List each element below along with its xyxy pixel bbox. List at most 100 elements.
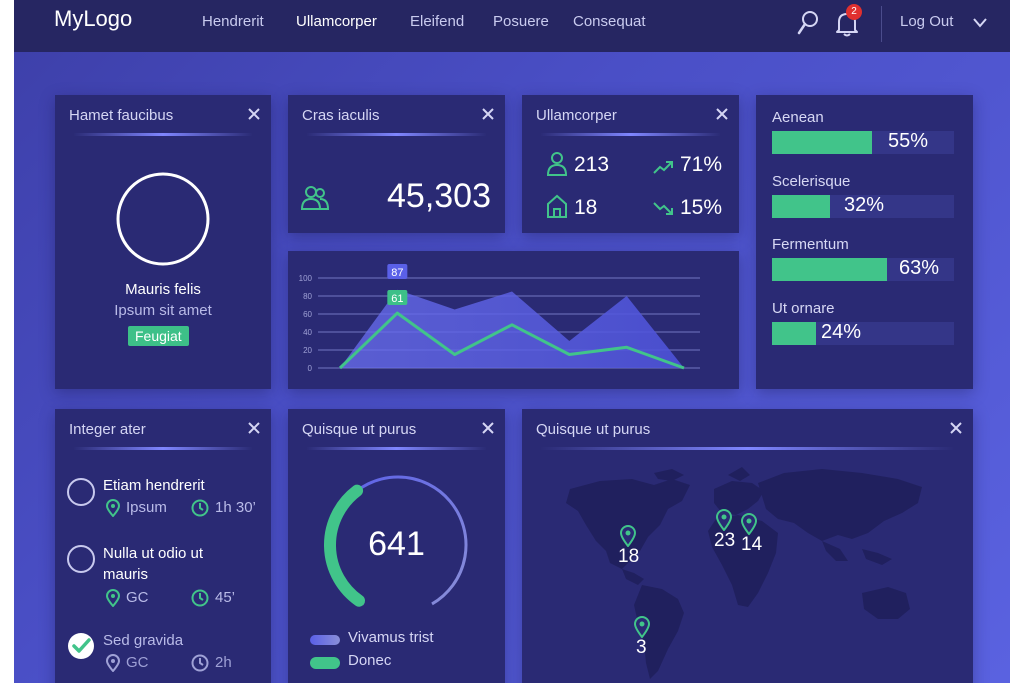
location-pin-icon[interactable] (741, 513, 757, 535)
nav-item-posuere[interactable]: Posuere (493, 13, 549, 30)
checkmark-icon[interactable] (66, 631, 96, 661)
y-tick-label: 100 (299, 274, 313, 283)
progress-label: Ut ornare (772, 300, 835, 317)
clock-icon (191, 499, 209, 517)
clock-icon (191, 589, 209, 607)
location-pin-icon (106, 589, 120, 607)
progress-label: Aenean (772, 109, 824, 126)
progress-fill (772, 131, 873, 154)
stat-value: 45,303 (387, 177, 491, 215)
task-place: GC (126, 589, 149, 606)
profile-card: Hamet faucibus Mauris felis Ipsum sit am… (55, 95, 271, 389)
gauge-card: Quisque ut purus 641 Vivamus trist Donec (288, 409, 505, 683)
clock-icon (191, 654, 209, 672)
trend-down-icon (653, 202, 673, 215)
legend-label: Donec (348, 652, 392, 669)
close-icon[interactable] (715, 107, 729, 121)
area-chart: 100 80 60 40 20 0 87 61 (299, 264, 700, 373)
legend-label: Vivamus trist (348, 629, 434, 646)
progress-fill (772, 258, 887, 281)
chevron-down-icon[interactable] (972, 17, 988, 29)
task-title: Nulla ut odio ut (103, 545, 204, 562)
profile-subtitle: Ipsum sit amet (114, 302, 212, 319)
task-checkbox[interactable] (66, 477, 96, 507)
nav-item-ullamcorper[interactable]: Ullamcorper (296, 13, 377, 30)
user-icon (546, 152, 568, 176)
legend-swatch (310, 657, 340, 669)
progress-card: Aenean 55% Scelerisque 32% Fermentum 63%… (756, 95, 973, 389)
task-time: 2h (215, 654, 232, 671)
card-divider (306, 447, 487, 450)
logout-link[interactable]: Log Out (900, 13, 953, 30)
profile-name: Mauris felis (125, 281, 201, 298)
y-tick-label: 60 (303, 310, 312, 319)
progress-label: Fermentum (772, 236, 849, 253)
task-checkbox[interactable] (66, 544, 96, 574)
progress-value: 32% (844, 194, 885, 216)
location-pin-icon[interactable] (716, 509, 732, 531)
home-icon (547, 194, 567, 218)
legend-swatch (310, 635, 340, 645)
homes-count: 18 (574, 196, 598, 219)
map-pin-count: 23 (714, 530, 736, 551)
card-title: Integer ater (69, 421, 146, 438)
progress-bar: 24% (772, 321, 954, 345)
map-card: Quisque ut purus 18 23 14 3 (522, 409, 973, 683)
dashboard-frame: MyLogo Hendrerit Ullamcorper Eleifend Po… (14, 0, 1010, 683)
task-place: Ipsum (126, 499, 167, 516)
card-divider (73, 447, 253, 450)
chart-value-labels: 87 61 (387, 264, 408, 305)
users-group-icon (300, 186, 330, 210)
progress-bar: 55% (772, 130, 954, 154)
location-pin-icon[interactable] (634, 616, 650, 638)
chart-value-label: 61 (387, 290, 408, 305)
gauge-value: 641 (368, 525, 425, 563)
task-title: Sed gravida (103, 632, 184, 649)
location-pin-icon[interactable] (620, 525, 636, 547)
task-title-line2: mauris (103, 566, 149, 583)
close-icon[interactable] (247, 107, 261, 121)
map-pin-count: 14 (741, 534, 763, 555)
nav-item-consequat[interactable]: Consequat (573, 13, 646, 30)
top-bar: MyLogo Hendrerit Ullamcorper Eleifend Po… (14, 0, 1010, 52)
nav-item-eleifend[interactable]: Eleifend (410, 13, 464, 30)
search-icon[interactable] (796, 10, 820, 36)
task-time: 45’ (215, 589, 236, 606)
progress-label: Scelerisque (772, 173, 851, 190)
nav-item-hendrerit[interactable]: Hendrerit (202, 13, 264, 30)
header-divider (881, 6, 882, 42)
progress-value: 63% (899, 257, 940, 279)
logo[interactable]: MyLogo (54, 6, 132, 32)
y-tick-label: 80 (303, 292, 312, 301)
y-tick-label: 40 (303, 328, 312, 337)
task-time: 1h 30’ (215, 499, 256, 516)
card-divider (73, 133, 253, 136)
card-divider (306, 133, 487, 136)
down-percentage: 15% (680, 196, 723, 219)
profile-tag[interactable]: Feugiat (128, 326, 189, 346)
card-title: Ullamcorper (536, 107, 617, 124)
close-icon[interactable] (247, 421, 261, 435)
svg-text:87: 87 (391, 267, 403, 279)
notification-badge: 2 (846, 4, 862, 20)
tasks-card: Integer ater Etiam hendrerit Ipsum 1h 30… (55, 409, 271, 683)
chart-value-label: 87 (387, 264, 408, 279)
y-tick-label: 0 (308, 364, 313, 373)
chart-y-ticks: 100 80 60 40 20 0 (299, 274, 313, 373)
progress-bar: 63% (772, 257, 954, 281)
task-title: Etiam hendrerit (103, 477, 205, 494)
card-divider (540, 133, 721, 136)
map-pin-count: 18 (618, 546, 640, 567)
progress-fill (772, 322, 816, 345)
location-pin-icon (106, 499, 120, 517)
avatar (116, 172, 210, 266)
close-icon[interactable] (481, 421, 495, 435)
close-icon[interactable] (481, 107, 495, 121)
stat-card: Cras iaculis 45,303 (288, 95, 505, 233)
y-tick-label: 20 (303, 346, 312, 355)
progress-bar: 32% (772, 194, 954, 218)
up-percentage: 71% (680, 153, 723, 176)
users-count: 213 (574, 153, 610, 176)
card-title: Hamet faucibus (69, 107, 174, 124)
progress-value: 55% (888, 130, 929, 152)
